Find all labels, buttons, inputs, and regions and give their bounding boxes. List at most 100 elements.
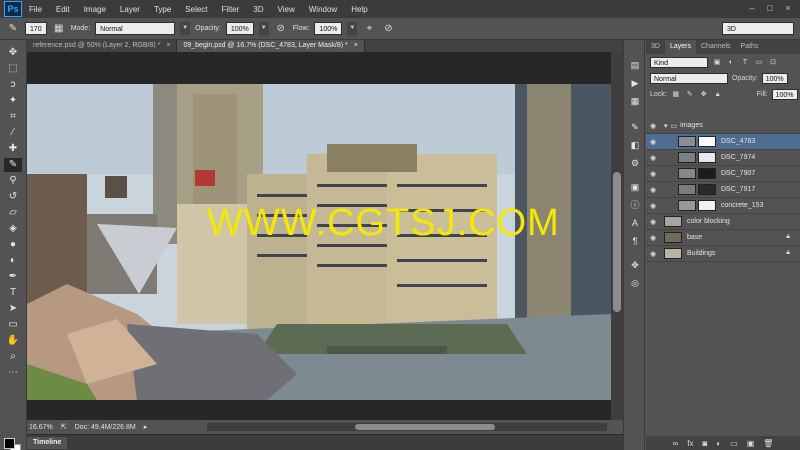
tab-paths[interactable]: Paths xyxy=(736,40,764,54)
zoom-level[interactable]: 16.67% xyxy=(29,424,53,431)
maximize-button[interactable]: □ xyxy=(762,2,778,14)
tool-presets-icon[interactable]: ▣ xyxy=(628,180,642,194)
eye-icon[interactable]: ◉ xyxy=(646,218,660,226)
image-filter-icon[interactable]: ▣ xyxy=(712,57,722,68)
layer-dsc-7974[interactable]: ◉ DSC_7974 xyxy=(646,150,800,166)
type-tool-icon[interactable]: T xyxy=(4,286,22,300)
canvas-area[interactable]: WWW.CGTSJ.COM xyxy=(27,52,611,420)
crop-tool-icon[interactable]: ⌗ xyxy=(4,110,22,124)
menu-layer[interactable]: Layer xyxy=(113,5,147,14)
link-layers-icon[interactable]: ∞ xyxy=(673,439,679,448)
pressure-size-icon[interactable]: ⊘ xyxy=(381,22,395,36)
actions-icon[interactable]: ▶ xyxy=(628,76,642,90)
new-layer-icon[interactable]: ▣ xyxy=(747,439,755,448)
history-icon[interactable]: ▤ xyxy=(628,58,642,72)
more-tools-icon[interactable]: ⋯ xyxy=(4,366,22,380)
character-icon[interactable]: A xyxy=(628,216,642,230)
horizontal-scrollbar[interactable] xyxy=(207,423,607,431)
add-mask-icon[interactable]: ◙ xyxy=(702,439,707,448)
brush-tool-icon[interactable]: ✎ xyxy=(4,158,22,172)
close-button[interactable]: × xyxy=(780,2,796,14)
chevron-down-icon[interactable]: ▼ xyxy=(347,22,358,35)
menu-view[interactable]: View xyxy=(271,5,302,14)
menu-select[interactable]: Select xyxy=(178,5,214,14)
layer-group-images[interactable]: ◉ ▾ ▭ images xyxy=(646,118,800,134)
adjustment-filter-icon[interactable]: ◐ xyxy=(726,57,736,68)
layer-dsc-7907[interactable]: ◉ DSC_7907 xyxy=(646,166,800,182)
layer-mask-thumbnail[interactable] xyxy=(698,136,716,147)
minimize-button[interactable]: – xyxy=(744,2,760,14)
lock-transparent-icon[interactable]: ▦ xyxy=(671,89,681,100)
layer-mask-thumbnail[interactable] xyxy=(698,168,716,179)
close-icon[interactable]: × xyxy=(166,40,170,52)
workspace-select[interactable]: 3D xyxy=(722,22,794,35)
magic-wand-tool-icon[interactable]: ✦ xyxy=(4,94,22,108)
clone-stamp-tool-icon[interactable]: ⚲ xyxy=(4,174,22,188)
tab-layers[interactable]: Layers xyxy=(664,40,696,54)
menu-3d[interactable]: 3D xyxy=(246,5,270,14)
smart-object-filter-icon[interactable]: ⊡ xyxy=(768,57,778,68)
lock-pixels-icon[interactable]: ✎ xyxy=(685,89,695,100)
blend-mode-select[interactable]: Normal xyxy=(650,72,728,84)
brush-presets-icon[interactable]: ✎ xyxy=(628,120,642,134)
navigator-icon[interactable]: ◎ xyxy=(628,276,642,290)
eye-icon[interactable]: ◉ xyxy=(646,170,660,178)
eraser-tool-icon[interactable]: ▱ xyxy=(4,206,22,220)
eye-icon[interactable]: ◉ xyxy=(646,154,660,162)
eye-icon[interactable]: ◉ xyxy=(646,250,660,258)
adjustments-icon[interactable]: ◧ xyxy=(628,138,642,152)
chevron-right-icon[interactable]: ▸ xyxy=(144,423,148,431)
zoom-tool-icon[interactable]: ⌕ xyxy=(4,350,22,364)
type-filter-icon[interactable]: T xyxy=(740,57,750,68)
rectangle-tool-icon[interactable]: ▭ xyxy=(4,318,22,332)
paragraph-icon[interactable]: ¶ xyxy=(628,234,642,248)
move-tool-icon[interactable]: ✥ xyxy=(4,46,22,60)
layer-mask-thumbnail[interactable] xyxy=(698,184,716,195)
fill-field[interactable]: 100% xyxy=(771,88,798,100)
brush-preset-icon[interactable]: ✎ xyxy=(6,22,20,36)
opacity-field[interactable]: 100% xyxy=(225,22,254,35)
chevron-down-icon[interactable]: ▼ xyxy=(258,22,269,35)
eye-icon[interactable]: ◉ xyxy=(646,138,660,146)
tab-channels[interactable]: Channels xyxy=(696,40,736,54)
clone-source-icon[interactable]: ✥ xyxy=(628,258,642,272)
layer-dsc-4783[interactable]: ◉ DSC_4783 xyxy=(646,134,800,150)
hand-tool-icon[interactable]: ✋ xyxy=(4,334,22,348)
lock-all-icon[interactable]: 🔒︎ xyxy=(713,89,723,100)
menu-window[interactable]: Window xyxy=(302,5,344,14)
eyedropper-tool-icon[interactable]: ⁄ xyxy=(4,126,22,140)
mode-select[interactable]: Normal xyxy=(95,22,176,35)
airbrush-icon[interactable]: ⌖ xyxy=(362,22,376,36)
chevron-down-icon[interactable]: ▼ xyxy=(180,22,191,35)
blur-tool-icon[interactable]: ● xyxy=(4,238,22,252)
layer-mask-thumbnail[interactable] xyxy=(698,152,716,163)
brush-panel-toggle-icon[interactable]: ▦ xyxy=(52,22,66,36)
flow-field[interactable]: 100% xyxy=(314,22,343,35)
layer-base[interactable]: ◉ base 🔒︎ xyxy=(646,230,800,246)
new-group-icon[interactable]: ▭ xyxy=(730,439,738,448)
close-icon[interactable]: × xyxy=(354,40,358,52)
path-selection-tool-icon[interactable]: ➤ xyxy=(4,302,22,316)
menu-filter[interactable]: Filter xyxy=(215,5,247,14)
kind-filter-select[interactable]: Kind xyxy=(650,56,708,68)
menu-file[interactable]: File xyxy=(22,5,49,14)
layer-buildings[interactable]: ◉ Buildings 🔒︎ xyxy=(646,246,800,262)
foreground-color-swatch[interactable] xyxy=(4,438,15,449)
lock-position-icon[interactable]: ✥ xyxy=(699,89,709,100)
layer-style-icon[interactable]: fx xyxy=(687,439,693,448)
pen-tool-icon[interactable]: ✒ xyxy=(4,270,22,284)
eye-icon[interactable]: ◉ xyxy=(646,186,660,194)
chevron-down-icon[interactable]: ▾ xyxy=(664,122,668,130)
layer-opacity-field[interactable]: 100% xyxy=(761,72,788,84)
tab-timeline[interactable]: Timeline xyxy=(27,437,68,449)
marquee-tool-icon[interactable]: ⬚ xyxy=(4,62,22,76)
export-icon[interactable]: ⇱ xyxy=(61,423,67,431)
document-size[interactable]: Doc: 49.4M/226.8M xyxy=(75,424,136,431)
dodge-tool-icon[interactable]: ◐ xyxy=(4,254,22,268)
menu-help[interactable]: Help xyxy=(344,5,374,14)
artwork-image[interactable]: WWW.CGTSJ.COM xyxy=(27,84,611,400)
healing-brush-tool-icon[interactable]: ✚ xyxy=(4,142,22,156)
swatches-icon[interactable]: ▦ xyxy=(628,94,642,108)
menu-image[interactable]: Image xyxy=(77,5,113,14)
menu-type[interactable]: Type xyxy=(147,5,178,14)
